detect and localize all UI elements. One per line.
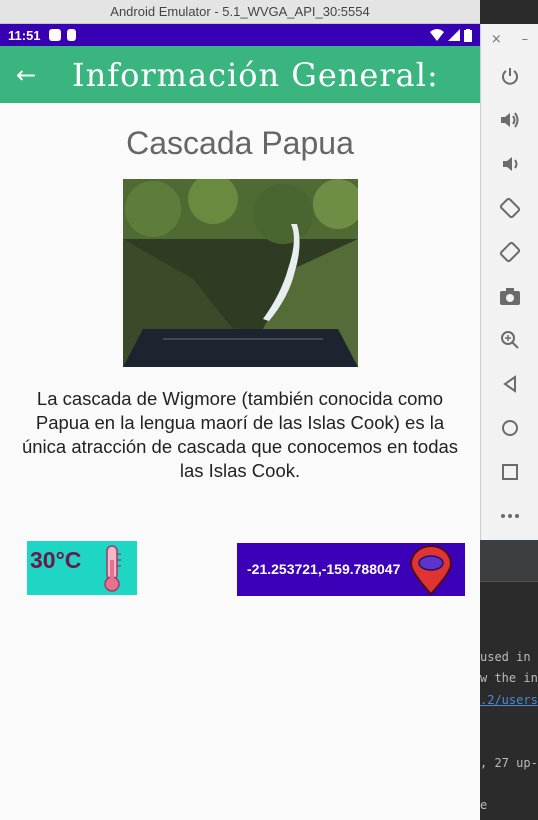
- temperature-value: 30°C: [30, 547, 82, 573]
- status-time: 11:51: [8, 27, 41, 43]
- camera-icon[interactable]: [481, 274, 538, 318]
- place-title: Cascada Papua: [126, 125, 354, 161]
- waterfall-photo: [122, 179, 358, 367]
- ide-toolbar: [480, 540, 538, 582]
- overview-icon[interactable]: [481, 450, 538, 494]
- ide-link[interactable]: .2/users: [480, 693, 538, 707]
- signal-icon: [448, 29, 460, 41]
- ide-line: e: [480, 798, 488, 812]
- volume-down-icon[interactable]: [481, 142, 538, 186]
- ide-line: w the in: [480, 671, 538, 685]
- close-icon[interactable]: ×: [491, 32, 502, 47]
- window-controls: × –: [481, 24, 538, 54]
- rotate-left-icon[interactable]: [481, 186, 538, 230]
- power-icon[interactable]: [481, 54, 538, 98]
- volume-up-icon[interactable]: [481, 98, 538, 142]
- status-bar: 11:51: [0, 24, 480, 46]
- home-icon[interactable]: [481, 406, 538, 450]
- app-bar-title: Información General:: [72, 55, 439, 94]
- battery-icon: [464, 28, 472, 42]
- coordinates-value: -21.253721,-159.788047: [247, 561, 401, 577]
- location-card[interactable]: -21.253721,-159.788047: [237, 543, 465, 596]
- back-icon[interactable]: [481, 362, 538, 406]
- thermometer-icon: [104, 545, 121, 592]
- sim-icon: [66, 29, 76, 41]
- phone-screen: 11:51 ← Información General: Cascada Pap…: [0, 24, 480, 820]
- rotate-right-icon[interactable]: [481, 230, 538, 274]
- app-bar: ← Información General:: [0, 46, 480, 103]
- ide-line: , 27 up-: [480, 756, 538, 770]
- more-icon[interactable]: [481, 494, 538, 538]
- content: Cascada Papua La cascada de Wigmore (tam…: [0, 125, 480, 483]
- zoom-icon[interactable]: [481, 318, 538, 362]
- emulator-toolbar: × –: [480, 24, 538, 540]
- notification-icon: [48, 29, 61, 41]
- window-title-bar: Android Emulator - 5.1_WVGA_API_30:5554: [0, 0, 480, 24]
- minimize-icon[interactable]: –: [522, 32, 529, 47]
- back-arrow-icon[interactable]: ←: [0, 61, 52, 89]
- ide-background: used in w the in .2/users , 27 up- e: [480, 540, 538, 820]
- temperature-card: 30°C: [27, 541, 137, 595]
- status-icons: [430, 28, 472, 42]
- wifi-icon: [430, 29, 444, 41]
- map-pin-icon: [409, 545, 453, 596]
- place-description: La cascada de Wigmore (también conocida …: [21, 388, 459, 481]
- ide-line: used in: [480, 650, 531, 664]
- window-title: Android Emulator - 5.1_WVGA_API_30:5554: [110, 4, 370, 19]
